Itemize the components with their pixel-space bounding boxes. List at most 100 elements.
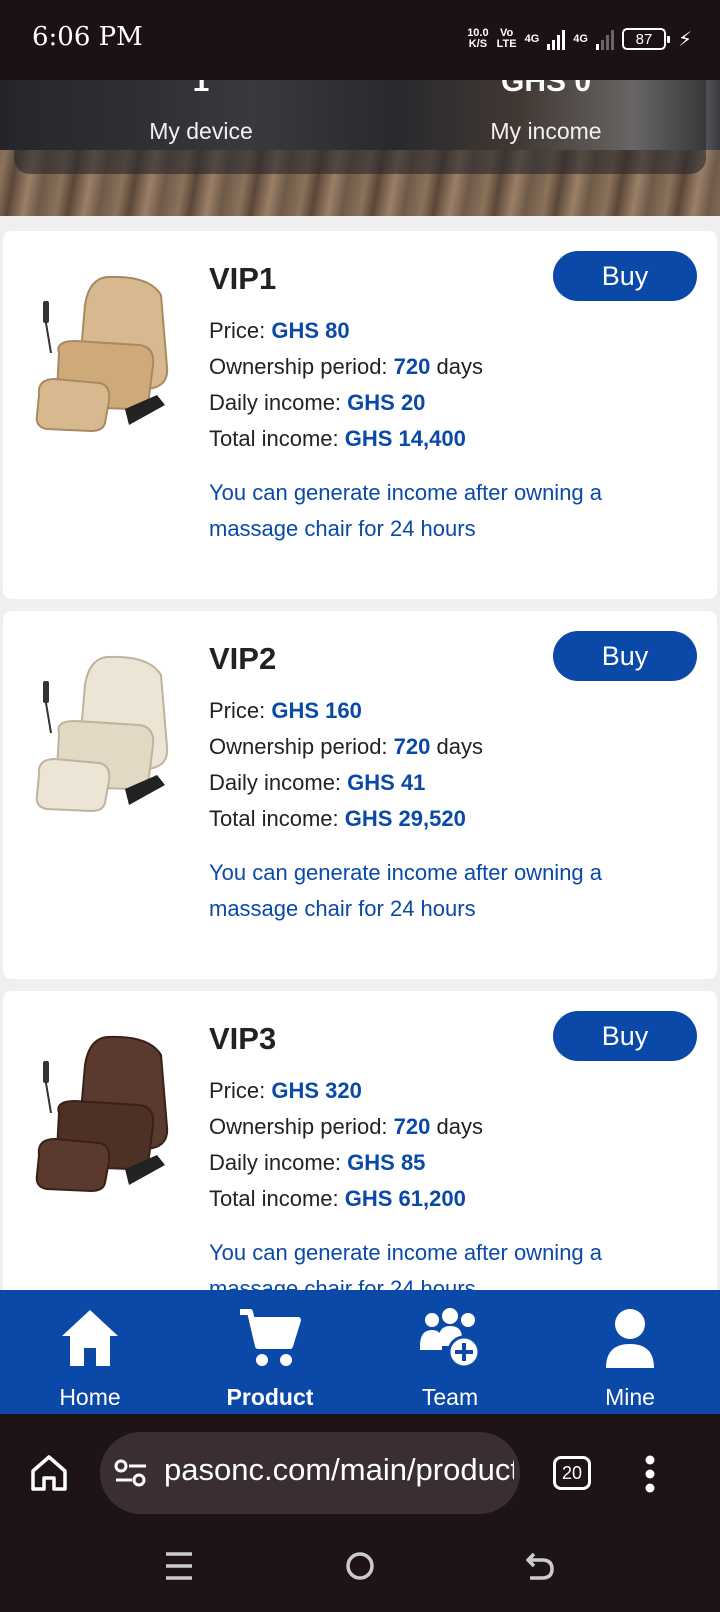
massage-chair-image (35, 275, 169, 433)
product-list[interactable]: VIP1 Buy Price: GHS 80 Ownership period:… (0, 216, 720, 1292)
price-label: Price: (209, 698, 272, 723)
hero-banner: 1 My device GHS 0 My income (0, 80, 720, 216)
price-label: Price: (209, 318, 272, 343)
daily-income-value: GHS 85 (347, 1150, 426, 1175)
nav-item-product[interactable]: Product (180, 1290, 360, 1414)
product-card: VIP1 Buy Price: GHS 80 Ownership period:… (3, 231, 717, 599)
total-income-row: Total income: GHS 29,520 (209, 801, 483, 837)
income-label: My income (490, 118, 602, 144)
income-note: You can generate income after owning a m… (209, 860, 603, 921)
period-value: 720 (393, 734, 431, 759)
volte-indicator: Vo LTE (497, 28, 517, 50)
battery-level: 87 (635, 30, 653, 48)
team-add-icon (420, 1308, 481, 1369)
recents-icon[interactable] (164, 1550, 194, 1582)
net-type-1: 4G (524, 33, 540, 45)
address-bar[interactable]: pasonc.com/main/product (100, 1432, 520, 1514)
period-unit: days (430, 734, 483, 759)
total-income-row: Total income: GHS 61,200 (209, 1181, 483, 1217)
total-income-value: GHS 14,400 (344, 426, 466, 451)
my-device-stat[interactable]: 1 My device (81, 80, 321, 145)
net-speed: 10.0 K/S (467, 28, 488, 50)
period-unit: days (430, 1114, 483, 1139)
product-name: VIP2 (209, 641, 277, 676)
period-label: Ownership period: (209, 734, 394, 759)
product-info: Price: GHS 320 Ownership period: 720 day… (209, 1073, 483, 1217)
home-circle-icon[interactable] (344, 1550, 376, 1582)
menu-dots-icon[interactable] (644, 1454, 656, 1494)
period-value: 720 (393, 354, 431, 379)
browser-toolbar: pasonc.com/main/product 20 (0, 1414, 720, 1532)
status-icons: 10.0 K/S Vo LTE 4G 4G 87 ⚡ (467, 24, 692, 54)
price-row: Price: GHS 320 (209, 1073, 483, 1109)
period-label: Ownership period: (209, 1114, 394, 1139)
buy-button[interactable]: Buy (553, 631, 697, 681)
income-value: GHS 0 (426, 80, 666, 92)
tab-switcher-button[interactable]: 20 (553, 1456, 591, 1490)
back-icon[interactable] (524, 1550, 556, 1582)
product-name: VIP3 (209, 1021, 277, 1056)
cart-icon (240, 1309, 301, 1366)
income-note: You can generate income after owning a m… (209, 480, 603, 541)
total-income-label: Total income: (209, 1186, 345, 1211)
daily-income-row: Daily income: GHS 85 (209, 1145, 483, 1181)
price-value: GHS 80 (271, 318, 350, 343)
daily-income-value: GHS 20 (347, 390, 426, 415)
my-income-stat[interactable]: GHS 0 My income (426, 80, 666, 145)
net-type-2: 4G (573, 33, 588, 45)
buy-button[interactable]: Buy (553, 251, 697, 301)
product-info: Price: GHS 80 Ownership period: 720 days… (209, 313, 483, 457)
price-value: GHS 320 (271, 1078, 362, 1103)
device-count: 1 (81, 80, 321, 92)
device-label: My device (149, 118, 253, 144)
product-info: Price: GHS 160 Ownership period: 720 day… (209, 693, 483, 837)
nav-label: Mine (605, 1384, 655, 1410)
signal-icon (547, 28, 566, 50)
battery-icon: 87 (621, 28, 670, 50)
period-row: Ownership period: 720 days (209, 349, 483, 385)
nav-item-home[interactable]: Home (0, 1290, 180, 1414)
nav-item-team[interactable]: Team (360, 1290, 540, 1414)
period-unit: days (430, 354, 483, 379)
massage-chair-image (35, 1035, 169, 1193)
daily-income-row: Daily income: GHS 41 (209, 765, 483, 801)
massage-chair-image (35, 655, 169, 813)
period-row: Ownership period: 720 days (209, 1109, 483, 1145)
daily-income-label: Daily income: (209, 390, 348, 415)
hero-stats-panel: 1 My device GHS 0 My income (14, 80, 706, 174)
nav-label: Home (59, 1384, 121, 1410)
product-card: VIP2 Buy Price: GHS 160 Ownership period… (3, 611, 717, 979)
daily-income-row: Daily income: GHS 20 (209, 385, 483, 421)
status-time: 6:06 PM (32, 22, 143, 52)
browser-home-icon[interactable] (30, 1454, 68, 1492)
price-label: Price: (209, 1078, 272, 1103)
period-row: Ownership period: 720 days (209, 729, 483, 765)
nav-label: Team (421, 1384, 479, 1410)
bottom-nav: Home Product Team Mine (0, 1290, 720, 1414)
user-icon (606, 1309, 654, 1368)
total-income-value: GHS 29,520 (344, 806, 466, 831)
url-text: pasonc.com/main/product (164, 1452, 514, 1487)
period-label: Ownership period: (209, 354, 394, 379)
status-bar: 6:06 PM 10.0 K/S Vo LTE 4G 4G 87 ⚡ (0, 0, 720, 80)
nav-label: Product (226, 1384, 314, 1410)
site-settings-icon[interactable] (114, 1458, 148, 1488)
net-speed-unit: K/S (468, 38, 488, 50)
daily-income-label: Daily income: (209, 770, 348, 795)
income-note: You can generate income after owning a m… (209, 1240, 603, 1292)
tab-count: 20 (561, 1462, 583, 1483)
charging-icon: ⚡ (677, 28, 692, 51)
price-row: Price: GHS 80 (209, 313, 483, 349)
period-value: 720 (393, 1114, 431, 1139)
home-icon (62, 1310, 118, 1366)
nav-item-mine[interactable]: Mine (540, 1290, 720, 1414)
volte-bottom: LTE (496, 38, 517, 50)
buy-button[interactable]: Buy (553, 1011, 697, 1061)
system-navigation-bar (0, 1532, 720, 1612)
signal-icon-2 (595, 28, 614, 50)
total-income-row: Total income: GHS 14,400 (209, 421, 483, 457)
price-row: Price: GHS 160 (209, 693, 483, 729)
total-income-value: GHS 61,200 (344, 1186, 466, 1211)
total-income-label: Total income: (209, 806, 345, 831)
daily-income-label: Daily income: (209, 1150, 348, 1175)
